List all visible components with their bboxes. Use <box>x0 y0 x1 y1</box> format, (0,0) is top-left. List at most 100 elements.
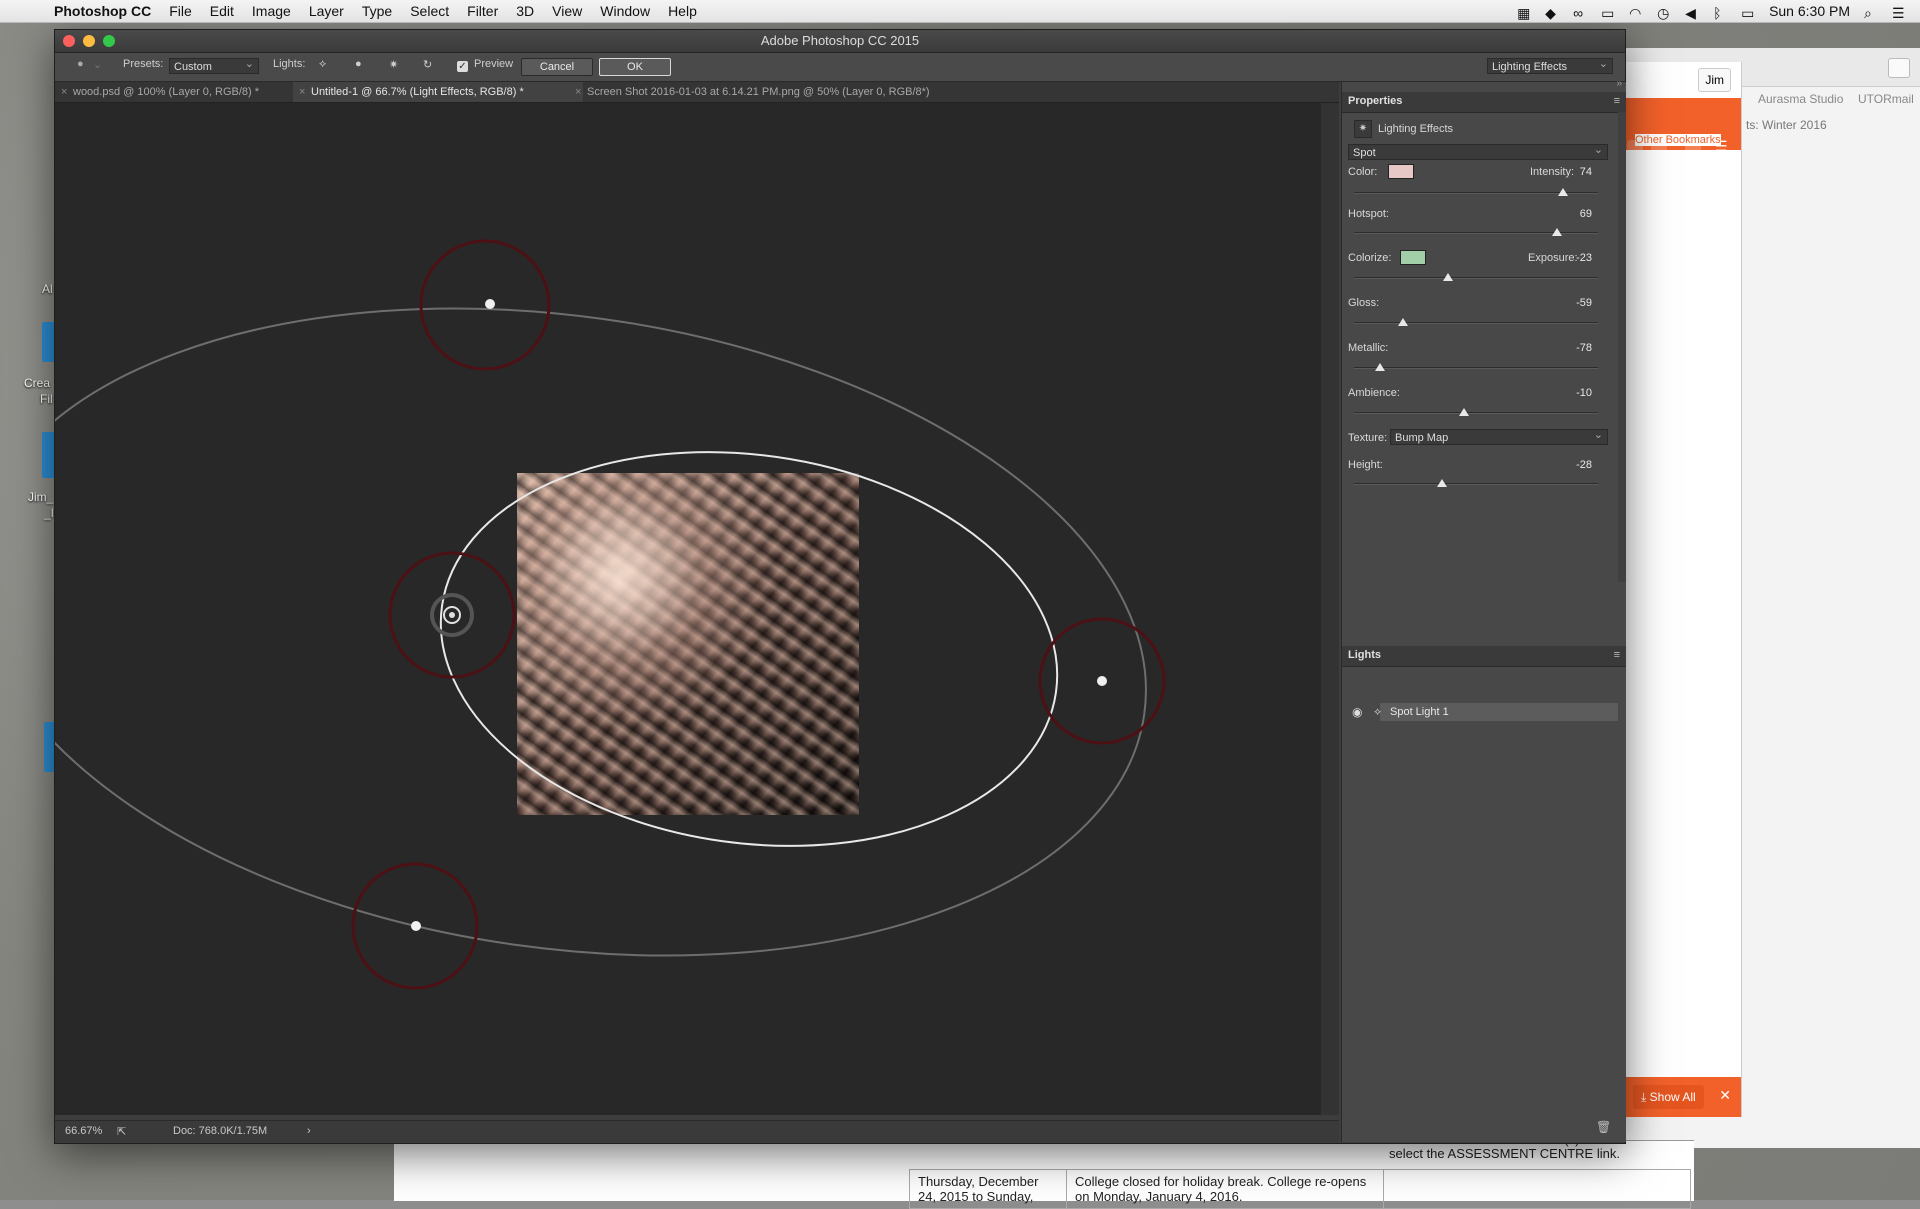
menu-3d[interactable]: 3D <box>516 3 534 19</box>
menu-type[interactable]: Type <box>362 3 392 19</box>
desktop-label[interactable]: _I <box>44 506 54 520</box>
app-menu[interactable]: Photoshop CC <box>54 3 151 19</box>
metallic-value[interactable]: -78 <box>1552 342 1592 354</box>
user-button[interactable]: Jim <box>1698 68 1731 92</box>
tab-wood[interactable]: × wood.psd @ 100% (Layer 0, RGB/8) * <box>55 82 307 102</box>
metallic-thumb[interactable] <box>1375 363 1385 371</box>
exposure-slider[interactable] <box>1354 277 1598 279</box>
spot-hotspot-ellipse[interactable] <box>415 414 1083 885</box>
add-point-light-icon[interactable]: ● <box>355 58 362 70</box>
close-tab-icon[interactable]: × <box>575 82 581 102</box>
workspace-select[interactable]: Lighting Effects <box>1487 56 1613 74</box>
close-window-button[interactable] <box>63 35 75 47</box>
close-icon[interactable]: ✕ <box>1719 1087 1731 1104</box>
menu-filter[interactable]: Filter <box>467 3 498 19</box>
light-handle-dot[interactable] <box>485 299 495 309</box>
export-icon[interactable]: ⇱ <box>117 1125 126 1138</box>
tab-untitled-1[interactable]: × Untitled-1 @ 66.7% (Light Effects, RGB… <box>293 82 583 102</box>
notification-center-icon[interactable]: ☰ <box>1892 5 1906 21</box>
lights-tab[interactable]: Lights <box>1348 649 1381 661</box>
gloss-thumb[interactable] <box>1398 318 1408 326</box>
bookmark-utormail[interactable]: UTORmail <box>1858 92 1914 106</box>
height-value[interactable]: -28 <box>1552 459 1592 471</box>
dropbox-icon[interactable]: ▦ <box>1517 5 1531 21</box>
menu-view[interactable]: View <box>552 3 582 19</box>
handle-ring[interactable] <box>419 239 551 371</box>
light-bulb-icon[interactable]: ● <box>77 58 84 70</box>
height-slider[interactable] <box>1354 483 1598 485</box>
texture-select[interactable]: Bump Map <box>1390 427 1608 445</box>
clock[interactable]: Sun 6:30 PM <box>1769 3 1850 19</box>
colorize-swatch[interactable] <box>1400 250 1426 265</box>
gloss-slider[interactable] <box>1354 322 1598 324</box>
preview-checkbox[interactable]: ✓ <box>457 61 468 72</box>
canvas-area[interactable] <box>55 103 1321 1115</box>
add-spot-light-icon[interactable]: ⟡ <box>319 58 326 71</box>
ambience-value[interactable]: -10 <box>1552 387 1592 399</box>
creative-cloud-icon[interactable]: ∞ <box>1573 5 1587 21</box>
close-tab-icon[interactable]: × <box>299 82 305 102</box>
chevron-down-icon[interactable]: ⌄ <box>93 58 102 71</box>
cancel-button[interactable]: Cancel <box>521 58 593 76</box>
intensity-thumb[interactable] <box>1558 188 1568 196</box>
zoom-window-button[interactable] <box>103 35 115 47</box>
zoom-level[interactable]: 66.67% <box>65 1125 102 1137</box>
height-thumb[interactable] <box>1437 479 1447 487</box>
vertical-scrollbar[interactable] <box>1321 103 1339 1115</box>
gloss-value[interactable]: -59 <box>1552 297 1592 309</box>
menu-file[interactable]: File <box>169 3 192 19</box>
spot-outer-ellipse[interactable] <box>55 237 1188 1027</box>
window-titlebar[interactable]: Adobe Photoshop CC 2015 <box>55 30 1625 53</box>
ambience-slider[interactable] <box>1354 412 1598 414</box>
metallic-slider[interactable] <box>1354 367 1598 369</box>
spotlight-search-icon[interactable]: ⌕ <box>1864 5 1878 21</box>
desktop-label[interactable]: Al <box>42 282 53 296</box>
ok-button[interactable]: OK <box>599 58 671 76</box>
airplay-icon[interactable]: ▭ <box>1601 5 1615 21</box>
menu-select[interactable]: Select <box>410 3 449 19</box>
collapse-panels-icon[interactable]: » <box>1616 78 1622 89</box>
delete-light-trash-icon[interactable]: 🗑 <box>1596 1120 1611 1134</box>
intensity-value[interactable]: 74 <box>1552 166 1592 178</box>
desktop-label[interactable]: Jim_ <box>28 490 53 504</box>
menu-edit[interactable]: Edit <box>210 3 234 19</box>
exposure-thumb[interactable] <box>1443 273 1453 281</box>
panel-menu-icon[interactable]: ≡ <box>1614 95 1620 107</box>
show-all-button[interactable]: ⤓ Show All <box>1633 1085 1704 1109</box>
minimize-window-button[interactable] <box>83 35 95 47</box>
battery-icon[interactable]: ▭ <box>1741 5 1755 21</box>
reset-light-icon[interactable]: ↻ <box>423 58 432 71</box>
volume-icon[interactable]: ◀ <box>1685 5 1699 21</box>
properties-scrollbar[interactable] <box>1618 112 1626 582</box>
wifi-icon[interactable]: ◠ <box>1629 5 1643 21</box>
light-handle-dot[interactable] <box>1097 676 1107 686</box>
menu-image[interactable]: Image <box>252 3 291 19</box>
share-icon[interactable] <box>1888 58 1910 78</box>
add-infinite-light-icon[interactable]: ✷ <box>389 58 398 71</box>
evernote-icon[interactable]: ◆ <box>1545 5 1559 21</box>
desktop-label[interactable]: Fil <box>40 392 53 406</box>
hotspot-thumb[interactable] <box>1552 228 1562 236</box>
other-bookmarks[interactable]: Other Bookmarks <box>1635 134 1721 146</box>
ambience-thumb[interactable] <box>1459 408 1469 416</box>
exposure-value[interactable]: -23 <box>1552 252 1592 264</box>
visibility-eye-icon[interactable]: ◉ <box>1352 705 1362 719</box>
chevron-right-icon[interactable]: › <box>307 1125 311 1137</box>
light-handle-dot[interactable] <box>411 921 421 931</box>
menu-layer[interactable]: Layer <box>309 3 344 19</box>
panel-menu-icon[interactable]: ≡ <box>1614 649 1620 661</box>
bluetooth-icon[interactable]: ᛒ <box>1713 5 1727 21</box>
menu-help[interactable]: Help <box>668 3 697 19</box>
close-tab-icon[interactable]: × <box>61 82 67 102</box>
menu-window[interactable]: Window <box>600 3 650 19</box>
properties-tab[interactable]: Properties <box>1348 95 1402 107</box>
tab-screen-shot[interactable]: × Screen Shot 2016-01-03 at 6.14.21 PM.p… <box>569 82 1007 102</box>
light-type-select[interactable]: Spot <box>1348 142 1608 160</box>
time-machine-icon[interactable]: ◷ <box>1657 5 1671 21</box>
light-list-item[interactable]: ⟡ Spot Light 1 <box>1374 703 1618 721</box>
desktop-label[interactable]: Crea <box>24 376 50 390</box>
hotspot-value[interactable]: 69 <box>1552 208 1592 220</box>
presets-select[interactable]: Custom <box>169 56 259 74</box>
light-color-swatch[interactable] <box>1388 164 1414 179</box>
bookmark-aurasma[interactable]: Aurasma Studio <box>1758 92 1843 106</box>
